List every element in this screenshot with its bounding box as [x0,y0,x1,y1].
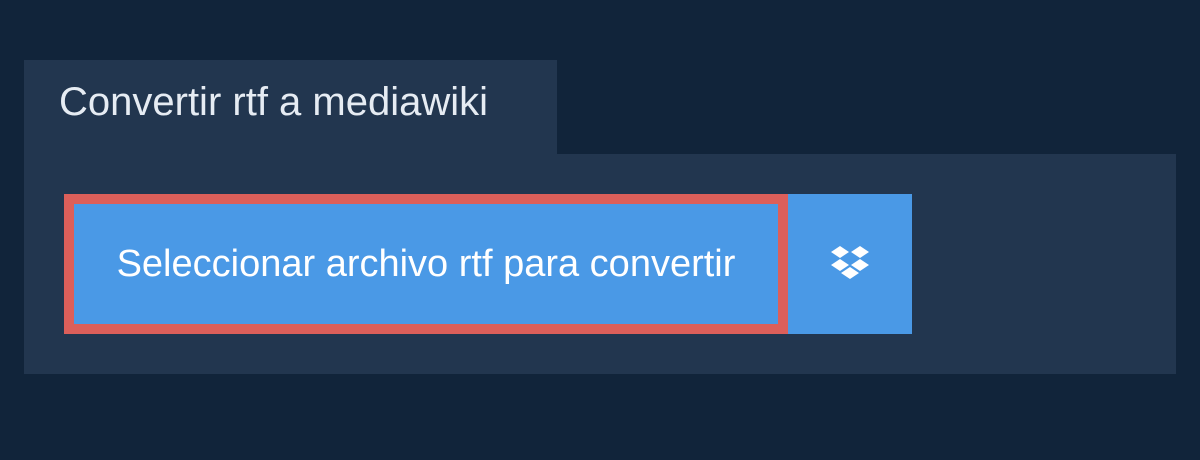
select-file-label: Seleccionar archivo rtf para convertir [116,242,736,285]
dropbox-button[interactable] [788,194,912,334]
dropbox-icon [829,245,871,283]
select-file-button[interactable]: Seleccionar archivo rtf para convertir [64,194,788,334]
converter-tab: Convertir rtf a mediawiki [24,60,557,154]
page-title: Convertir rtf a mediawiki [59,80,489,124]
